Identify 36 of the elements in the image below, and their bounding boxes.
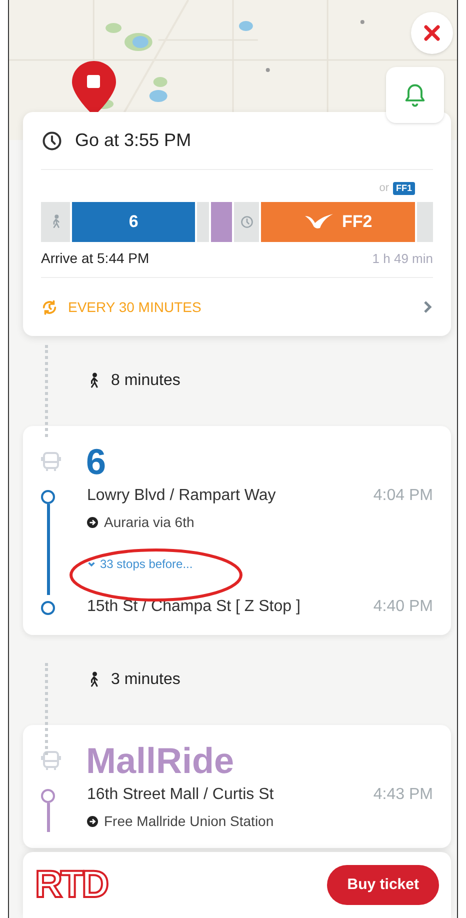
transfer-segment (197, 202, 210, 242)
buy-ticket-button[interactable]: Buy ticket (327, 865, 439, 905)
logo: RTD (35, 866, 108, 904)
departure-time: Go at 3:55 PM (75, 129, 192, 152)
walk-duration: 3 minutes (111, 670, 180, 690)
alerts-button[interactable] (386, 67, 444, 123)
transfer-segment (417, 202, 433, 242)
arrow-circle-icon (87, 517, 98, 528)
chevron-down-icon (87, 560, 96, 568)
route-name: MallRide (86, 739, 234, 783)
route-name: 6 (86, 440, 106, 484)
stop-time: 4:04 PM (373, 486, 433, 506)
bird-icon (304, 213, 334, 231)
direction-text: Auraria via 6th (104, 513, 194, 532)
or-label: or (379, 180, 389, 196)
clock-icon (41, 130, 63, 152)
direction-text: Free Mallride Union Station (104, 812, 274, 831)
repeat-clock-icon (41, 298, 58, 316)
walk-duration: 8 minutes (111, 371, 180, 391)
stop-name: 16th Street Mall / Curtis St (87, 785, 274, 805)
alternative-route-tag: FF1 (392, 182, 415, 194)
arrow-circle-icon (87, 816, 98, 827)
chevron-right-icon (423, 300, 433, 314)
clock-icon (240, 215, 254, 229)
frequency-text: EVERY 30 MINUTES (68, 298, 202, 316)
stop-time: 4:43 PM (373, 785, 433, 805)
arrival-time: Arrive at 5:44 PM (41, 249, 150, 268)
stop-time: 4:40 PM (373, 597, 433, 617)
bus-icon (41, 451, 61, 473)
stop-marker (41, 601, 55, 615)
route-segment: 6 (72, 202, 196, 242)
trip-duration: 1 h 49 min (372, 250, 433, 268)
close-icon (424, 25, 440, 41)
route-label: FF2 (342, 211, 372, 234)
frequency-row[interactable]: EVERY 30 MINUTES (41, 278, 433, 336)
stop-name: Lowry Blvd / Rampart Way (87, 486, 276, 506)
